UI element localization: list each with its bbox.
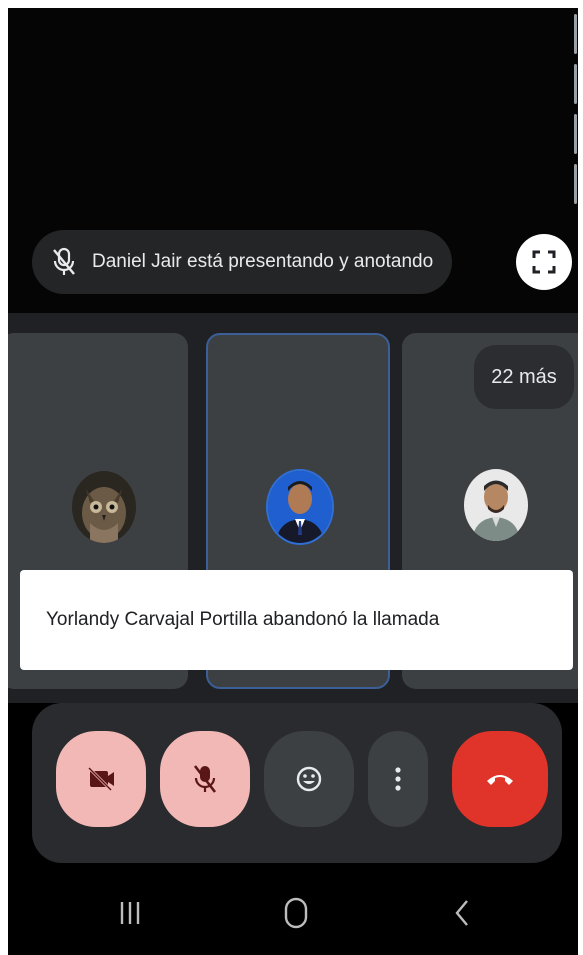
call-controls-bar [32,703,562,863]
system-navigation-bar [8,870,578,955]
more-options-button[interactable] [368,731,428,827]
man-suit-avatar [266,469,334,545]
reactions-button[interactable] [264,731,354,827]
more-participants-badge[interactable]: 22 más [474,345,574,409]
emoji-icon [296,766,322,792]
scrollbar[interactable] [572,8,578,238]
recents-button[interactable] [100,888,160,938]
mic-off-icon [193,765,217,793]
home-icon [284,897,308,929]
recents-icon [120,902,140,924]
hang-up-icon [487,775,513,785]
fullscreen-button[interactable] [516,234,572,290]
more-vertical-icon [395,767,401,791]
home-button[interactable] [266,888,326,938]
notification-toast: Yorlandy Carvajal Portilla abandonó la l… [20,570,573,670]
meet-call-screen: Daniel Jair está presentando y anotando [8,8,578,955]
back-icon [455,900,468,926]
presenter-text: Daniel Jair está presentando y anotando [92,251,434,272]
camera-toggle-button[interactable] [56,731,146,827]
presenter-banner: Daniel Jair está presentando y anotando [32,230,452,294]
fullscreen-icon [532,250,556,274]
more-participants-label: 22 más [491,365,557,388]
microphone-toggle-button[interactable] [160,731,250,827]
back-button[interactable] [432,888,492,938]
toast-message: Yorlandy Carvajal Portilla abandonó la l… [46,609,440,630]
presentation-area[interactable]: Daniel Jair está presentando y anotando [8,8,578,313]
mic-off-icon [44,242,84,282]
video-off-icon [87,766,114,792]
end-call-button[interactable] [452,731,548,827]
owl-avatar [72,471,136,543]
man-avatar [464,469,528,541]
